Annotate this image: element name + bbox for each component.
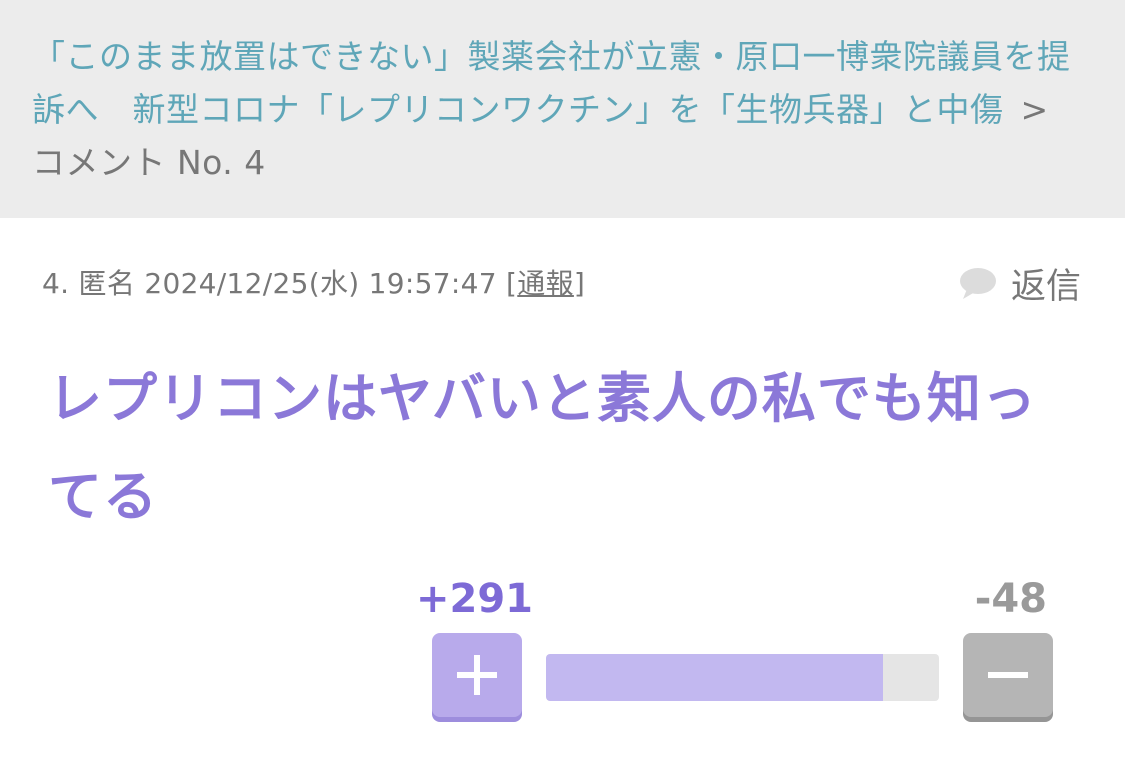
report-bracket-open: [ <box>506 267 518 300</box>
plus-vote-button[interactable] <box>432 633 522 717</box>
comment-body: レプリコンはヤバいと素人の私でも知ってる <box>48 367 1037 528</box>
comment-meta: 4. 匿名 2024/12/25(水) 19:57:47 [通報] <box>42 262 585 302</box>
plus-vote-count: +291 <box>416 576 534 622</box>
vote-ratio-fill <box>546 654 884 701</box>
minus-icon <box>988 672 1028 678</box>
plus-icon <box>457 655 497 695</box>
breadcrumb-article-link[interactable]: 「このまま放置はできない」製薬会社が立憲・原口一博衆院議員を提訴へ 新型コロナ「… <box>32 37 1071 129</box>
vote-ratio-bar <box>546 654 939 701</box>
report-label: 通報 <box>517 267 574 300</box>
breadcrumb: 「このまま放置はできない」製薬会社が立憲・原口一博衆院議員を提訴へ 新型コロナ「… <box>0 0 1125 218</box>
report-bracket-close: ] <box>573 267 586 300</box>
reply-label: 返信 <box>1010 267 1081 307</box>
minus-vote-count: -48 <box>974 576 1047 622</box>
report-link[interactable]: [通報] <box>506 267 585 300</box>
comment-number: 4. <box>42 267 70 300</box>
comment-timestamp: 2024/12/25(水) 19:57:47 <box>144 267 497 300</box>
reply-button[interactable]: 返信 <box>959 258 1081 309</box>
breadcrumb-current: コメント No. 4 <box>32 143 266 182</box>
breadcrumb-separator: > <box>1020 90 1049 129</box>
speech-bubble-icon <box>959 267 996 299</box>
comment-author: 匿名 <box>78 267 136 300</box>
minus-vote-button[interactable] <box>963 633 1053 717</box>
